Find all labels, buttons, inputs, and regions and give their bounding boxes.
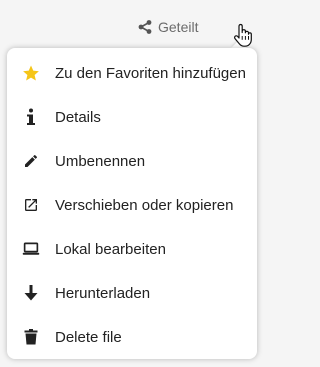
star-icon (7, 64, 55, 82)
menu-item-details[interactable]: Details (7, 95, 257, 139)
menu-item-label: Delete file (55, 328, 122, 346)
file-actions-menu: Zu den Favoriten hinzufügen Details Umbe… (7, 48, 257, 359)
info-icon (7, 108, 55, 126)
laptop-icon (7, 241, 55, 257)
menu-item-edit-locally[interactable]: Lokal bearbeiten (7, 227, 257, 271)
share-button[interactable]: Geteilt (137, 19, 198, 35)
menu-item-download[interactable]: Herunterladen (7, 271, 257, 315)
menu-item-label: Zu den Favoriten hinzufügen (55, 64, 246, 82)
menu-item-label: Herunterladen (55, 284, 151, 302)
hand-cursor-icon (233, 23, 253, 47)
menu-item-add-favorite[interactable]: Zu den Favoriten hinzufügen (7, 51, 257, 95)
share-label: Geteilt (158, 19, 199, 35)
file-header-bar: Geteilt (0, 0, 268, 46)
menu-item-delete-file[interactable]: Delete file (7, 315, 257, 359)
pencil-icon (7, 153, 55, 169)
menu-item-label: Lokal bearbeiten (55, 240, 166, 258)
menu-item-rename[interactable]: Umbenennen (7, 139, 257, 183)
trash-icon (7, 329, 55, 345)
share-icon (137, 19, 153, 35)
menu-item-label: Umbenennen (55, 152, 146, 170)
menu-item-label: Details (55, 108, 101, 126)
menu-item-label: Verschieben oder kopieren (55, 196, 234, 214)
download-icon (7, 284, 55, 302)
external-link-icon (7, 197, 55, 213)
menu-item-move-copy[interactable]: Verschieben oder kopieren (7, 183, 257, 227)
